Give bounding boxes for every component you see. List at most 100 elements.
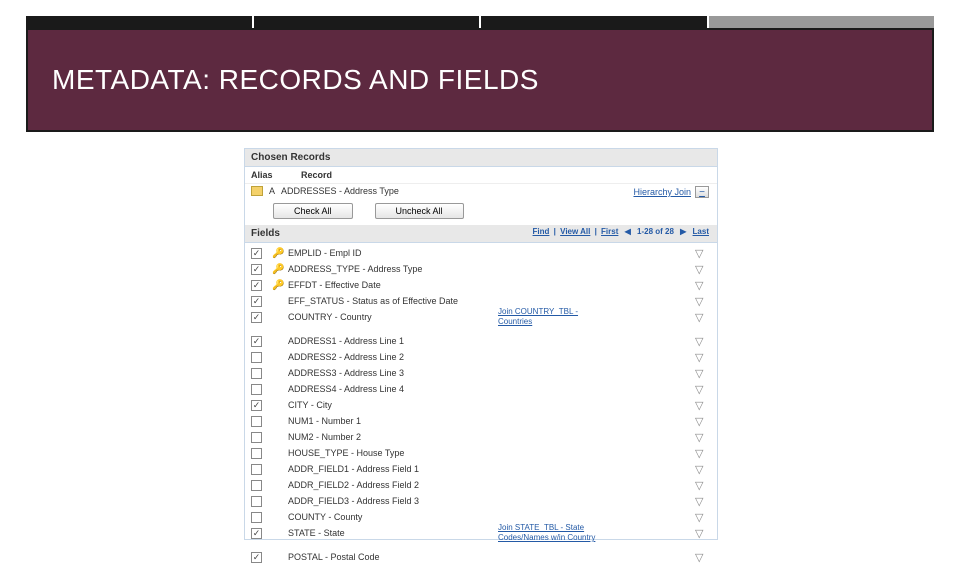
field-checkbox[interactable] <box>251 464 262 475</box>
check-buttons: Check All Uncheck All <box>245 200 717 225</box>
folder-icon <box>251 186 263 196</box>
field-row: NUM1 - Number 1 ▽ <box>251 413 711 429</box>
accent-seg <box>481 16 707 28</box>
filter-icon[interactable]: ▽ <box>695 495 707 507</box>
filter-icon[interactable]: ▽ <box>695 399 707 411</box>
field-checkbox[interactable] <box>251 512 262 523</box>
remove-icon[interactable]: − <box>695 186 709 198</box>
accent-seg <box>26 16 252 28</box>
field-row: ✓CITY - City▽ <box>251 397 711 413</box>
last-link[interactable]: Last <box>693 227 709 236</box>
filter-icon[interactable]: ▽ <box>695 335 707 347</box>
filter-icon[interactable]: ▽ <box>695 415 707 427</box>
field-row: NUM2 - Number 2 ▽ <box>251 429 711 445</box>
field-checkbox[interactable] <box>251 448 262 459</box>
field-label: COUNTY - County <box>288 512 498 522</box>
accent-seg <box>254 16 480 28</box>
field-checkbox[interactable]: ✓ <box>251 312 262 323</box>
field-label: EFFDT - Effective Date <box>288 280 498 290</box>
fields-header-label: Fields <box>251 228 280 239</box>
uncheck-all-button[interactable]: Uncheck All <box>375 203 464 219</box>
field-label: ADDR_FIELD1 - Address Field 1 <box>288 464 498 474</box>
key-icon: 🔑 <box>272 280 284 291</box>
filter-icon[interactable]: ▽ <box>695 431 707 443</box>
filter-icon[interactable]: ▽ <box>695 311 707 323</box>
field-label: ADDRESS_TYPE - Address Type <box>288 264 498 274</box>
field-row: ✓ ADDRESS1 - Address Line 1 ▽ <box>251 333 711 349</box>
field-row: HOUSE_TYPE - House Type ▽ <box>251 445 711 461</box>
field-label: EFF_STATUS - Status as of Effective Date <box>288 296 498 306</box>
field-checkbox[interactable]: ✓ <box>251 296 262 307</box>
field-checkbox[interactable] <box>251 368 262 379</box>
record-row: A ADDRESSES - Address Type Hierarchy Joi… <box>245 184 717 200</box>
field-row: ✓ 🔑 EMPLID - Empl ID ▽ <box>251 245 711 261</box>
filter-icon[interactable]: ▽ <box>695 279 707 291</box>
hierarchy-join-label: Hierarchy Join <box>633 187 691 197</box>
accent-seg <box>709 16 935 28</box>
record-value: ADDRESSES - Address Type <box>281 186 399 196</box>
filter-icon[interactable]: ▽ <box>695 511 707 523</box>
field-checkbox[interactable]: ✓ <box>251 528 262 539</box>
hierarchy-join-link[interactable]: Hierarchy Join − <box>633 186 709 198</box>
column-headers: Alias Record <box>245 167 717 184</box>
field-checkbox[interactable]: ✓ <box>251 248 262 259</box>
field-label: HOUSE_TYPE - House Type <box>288 448 498 458</box>
field-row: ADDR_FIELD2 - Address Field 2 ▽ <box>251 477 711 493</box>
field-checkbox[interactable] <box>251 384 262 395</box>
field-checkbox[interactable] <box>251 432 262 443</box>
viewall-link[interactable]: View All <box>560 227 590 236</box>
field-label: STATE - State <box>288 528 498 538</box>
filter-icon[interactable]: ▽ <box>695 447 707 459</box>
key-icon: 🔑 <box>272 248 284 259</box>
field-row: ✓ 🔑 EFFDT - Effective Date ▽ <box>251 277 711 293</box>
field-row: ✓ 🔑 ADDRESS_TYPE - Address Type ▽ <box>251 261 711 277</box>
filter-icon[interactable]: ▽ <box>695 527 707 539</box>
field-row: ADDRESS2 - Address Line 2 ▽ <box>251 349 711 365</box>
check-all-button[interactable]: Check All <box>273 203 353 219</box>
filter-icon[interactable]: ▽ <box>695 479 707 491</box>
field-checkbox[interactable] <box>251 352 262 363</box>
record-header: Record <box>301 170 332 180</box>
field-label: NUM2 - Number 2 <box>288 432 498 442</box>
field-label: ADDR_FIELD3 - Address Field 3 <box>288 496 498 506</box>
field-label: ADDRESS1 - Address Line 1 <box>288 336 498 346</box>
field-label: ADDRESS2 - Address Line 2 <box>288 352 498 362</box>
field-row: ADDRESS4 - Address Line 4 ▽ <box>251 381 711 397</box>
filter-icon[interactable]: ▽ <box>695 263 707 275</box>
filter-icon[interactable]: ▽ <box>695 247 707 259</box>
find-link[interactable]: Find <box>533 227 550 236</box>
first-link[interactable]: First <box>601 227 618 236</box>
field-checkbox[interactable]: ✓ <box>251 280 262 291</box>
field-label: ADDRESS3 - Address Line 3 <box>288 368 498 378</box>
filter-icon[interactable]: ▽ <box>695 295 707 307</box>
pager: Find | View All | First ◀ 1-28 of 28 ▶ L… <box>531 227 711 236</box>
field-checkbox[interactable] <box>251 416 262 427</box>
join-link[interactable]: Join STATE_TBL - State Codes/Names w/in … <box>498 523 608 543</box>
field-row: COUNTY - County ▽ <box>251 509 711 525</box>
field-row: ADDR_FIELD1 - Address Field 1 ▽ <box>251 461 711 477</box>
field-row: ✓ STATE - StateJoin STATE_TBL - State Cod… <box>251 525 711 541</box>
field-list: ✓ 🔑 EMPLID - Empl ID ▽ ✓ 🔑 ADDRESS_TYPE - Addr… <box>245 243 717 567</box>
filter-icon[interactable]: ▽ <box>695 351 707 363</box>
pager-range: 1-28 of 28 <box>637 227 674 236</box>
field-row: ADDRESS3 - Address Line 3 ▽ <box>251 365 711 381</box>
field-label: ADDRESS4 - Address Line 4 <box>288 384 498 394</box>
filter-icon[interactable]: ▽ <box>695 551 707 563</box>
join-link[interactable]: Join COUNTRY_TBL - Countries <box>498 307 608 327</box>
filter-icon[interactable]: ▽ <box>695 383 707 395</box>
field-label: NUM1 - Number 1 <box>288 416 498 426</box>
key-icon: 🔑 <box>272 264 284 275</box>
field-checkbox[interactable]: ✓ <box>251 552 262 563</box>
field-label: POSTAL - Postal Code <box>288 552 498 562</box>
filter-icon[interactable]: ▽ <box>695 367 707 379</box>
field-label: EMPLID - Empl ID <box>288 248 498 258</box>
field-checkbox[interactable] <box>251 496 262 507</box>
alias-value: A <box>269 186 275 196</box>
field-checkbox[interactable]: ✓ <box>251 264 262 275</box>
filter-icon[interactable]: ▽ <box>695 463 707 475</box>
field-label: ADDR_FIELD2 - Address Field 2 <box>288 480 498 490</box>
field-checkbox[interactable]: ✓ <box>251 336 262 347</box>
field-checkbox[interactable]: ✓ <box>251 400 262 411</box>
field-checkbox[interactable] <box>251 480 262 491</box>
slide-title: METADATA: RECORDS AND FIELDS <box>52 64 539 96</box>
